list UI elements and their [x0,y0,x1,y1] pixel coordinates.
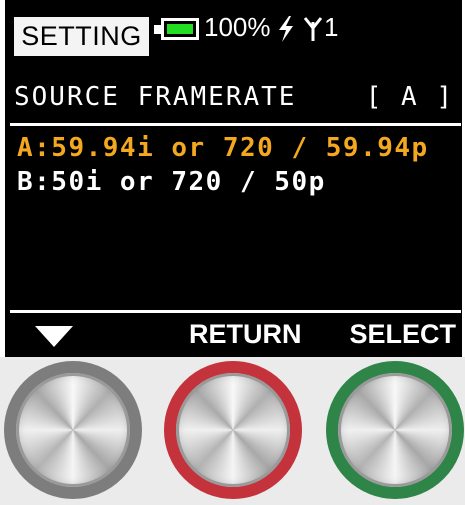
lcd-screen: SETTING 100% 1 SOURCE FRAMERATE [ A ] A:… [5,0,462,357]
battery-percent: 100% [204,12,271,42]
lightning-bolt-icon [279,16,293,42]
header-divider [10,123,461,126]
battery-level-fill [167,24,193,34]
button-face [176,373,290,487]
mode-label: SETTING [21,21,142,51]
select-hardware-button[interactable] [326,361,464,499]
current-value-indicator: [ A ] [365,82,454,112]
button-face [338,373,452,487]
softkey-return-label: RETURN [189,319,302,349]
softkey-divider [10,310,461,313]
battery-icon [161,18,199,40]
status-bar: SETTING 100% 1 [5,0,462,60]
mode-tab: SETTING [14,17,149,56]
softkey-bar: RETURN SELECT [5,318,462,357]
down-hardware-button[interactable] [4,361,142,499]
down-arrow-icon [35,326,73,347]
return-hardware-button[interactable] [164,361,302,499]
button-face [16,373,130,487]
option-b[interactable]: B:50i or 720 / 50p [17,167,326,197]
option-a[interactable]: A:59.94i or 720 / 59.94p [17,133,429,163]
device-panel: SETTING 100% 1 SOURCE FRAMERATE [ A ] A:… [0,0,465,505]
softkey-select-label: SELECT [349,319,456,349]
menu-header: SOURCE FRAMERATE [ A ] [5,82,462,116]
antenna-icon [303,17,323,41]
battery-terminal [154,25,161,34]
hardware-button-panel [0,357,465,505]
antenna-number: 1 [324,12,339,42]
menu-title: SOURCE FRAMERATE [14,82,297,112]
